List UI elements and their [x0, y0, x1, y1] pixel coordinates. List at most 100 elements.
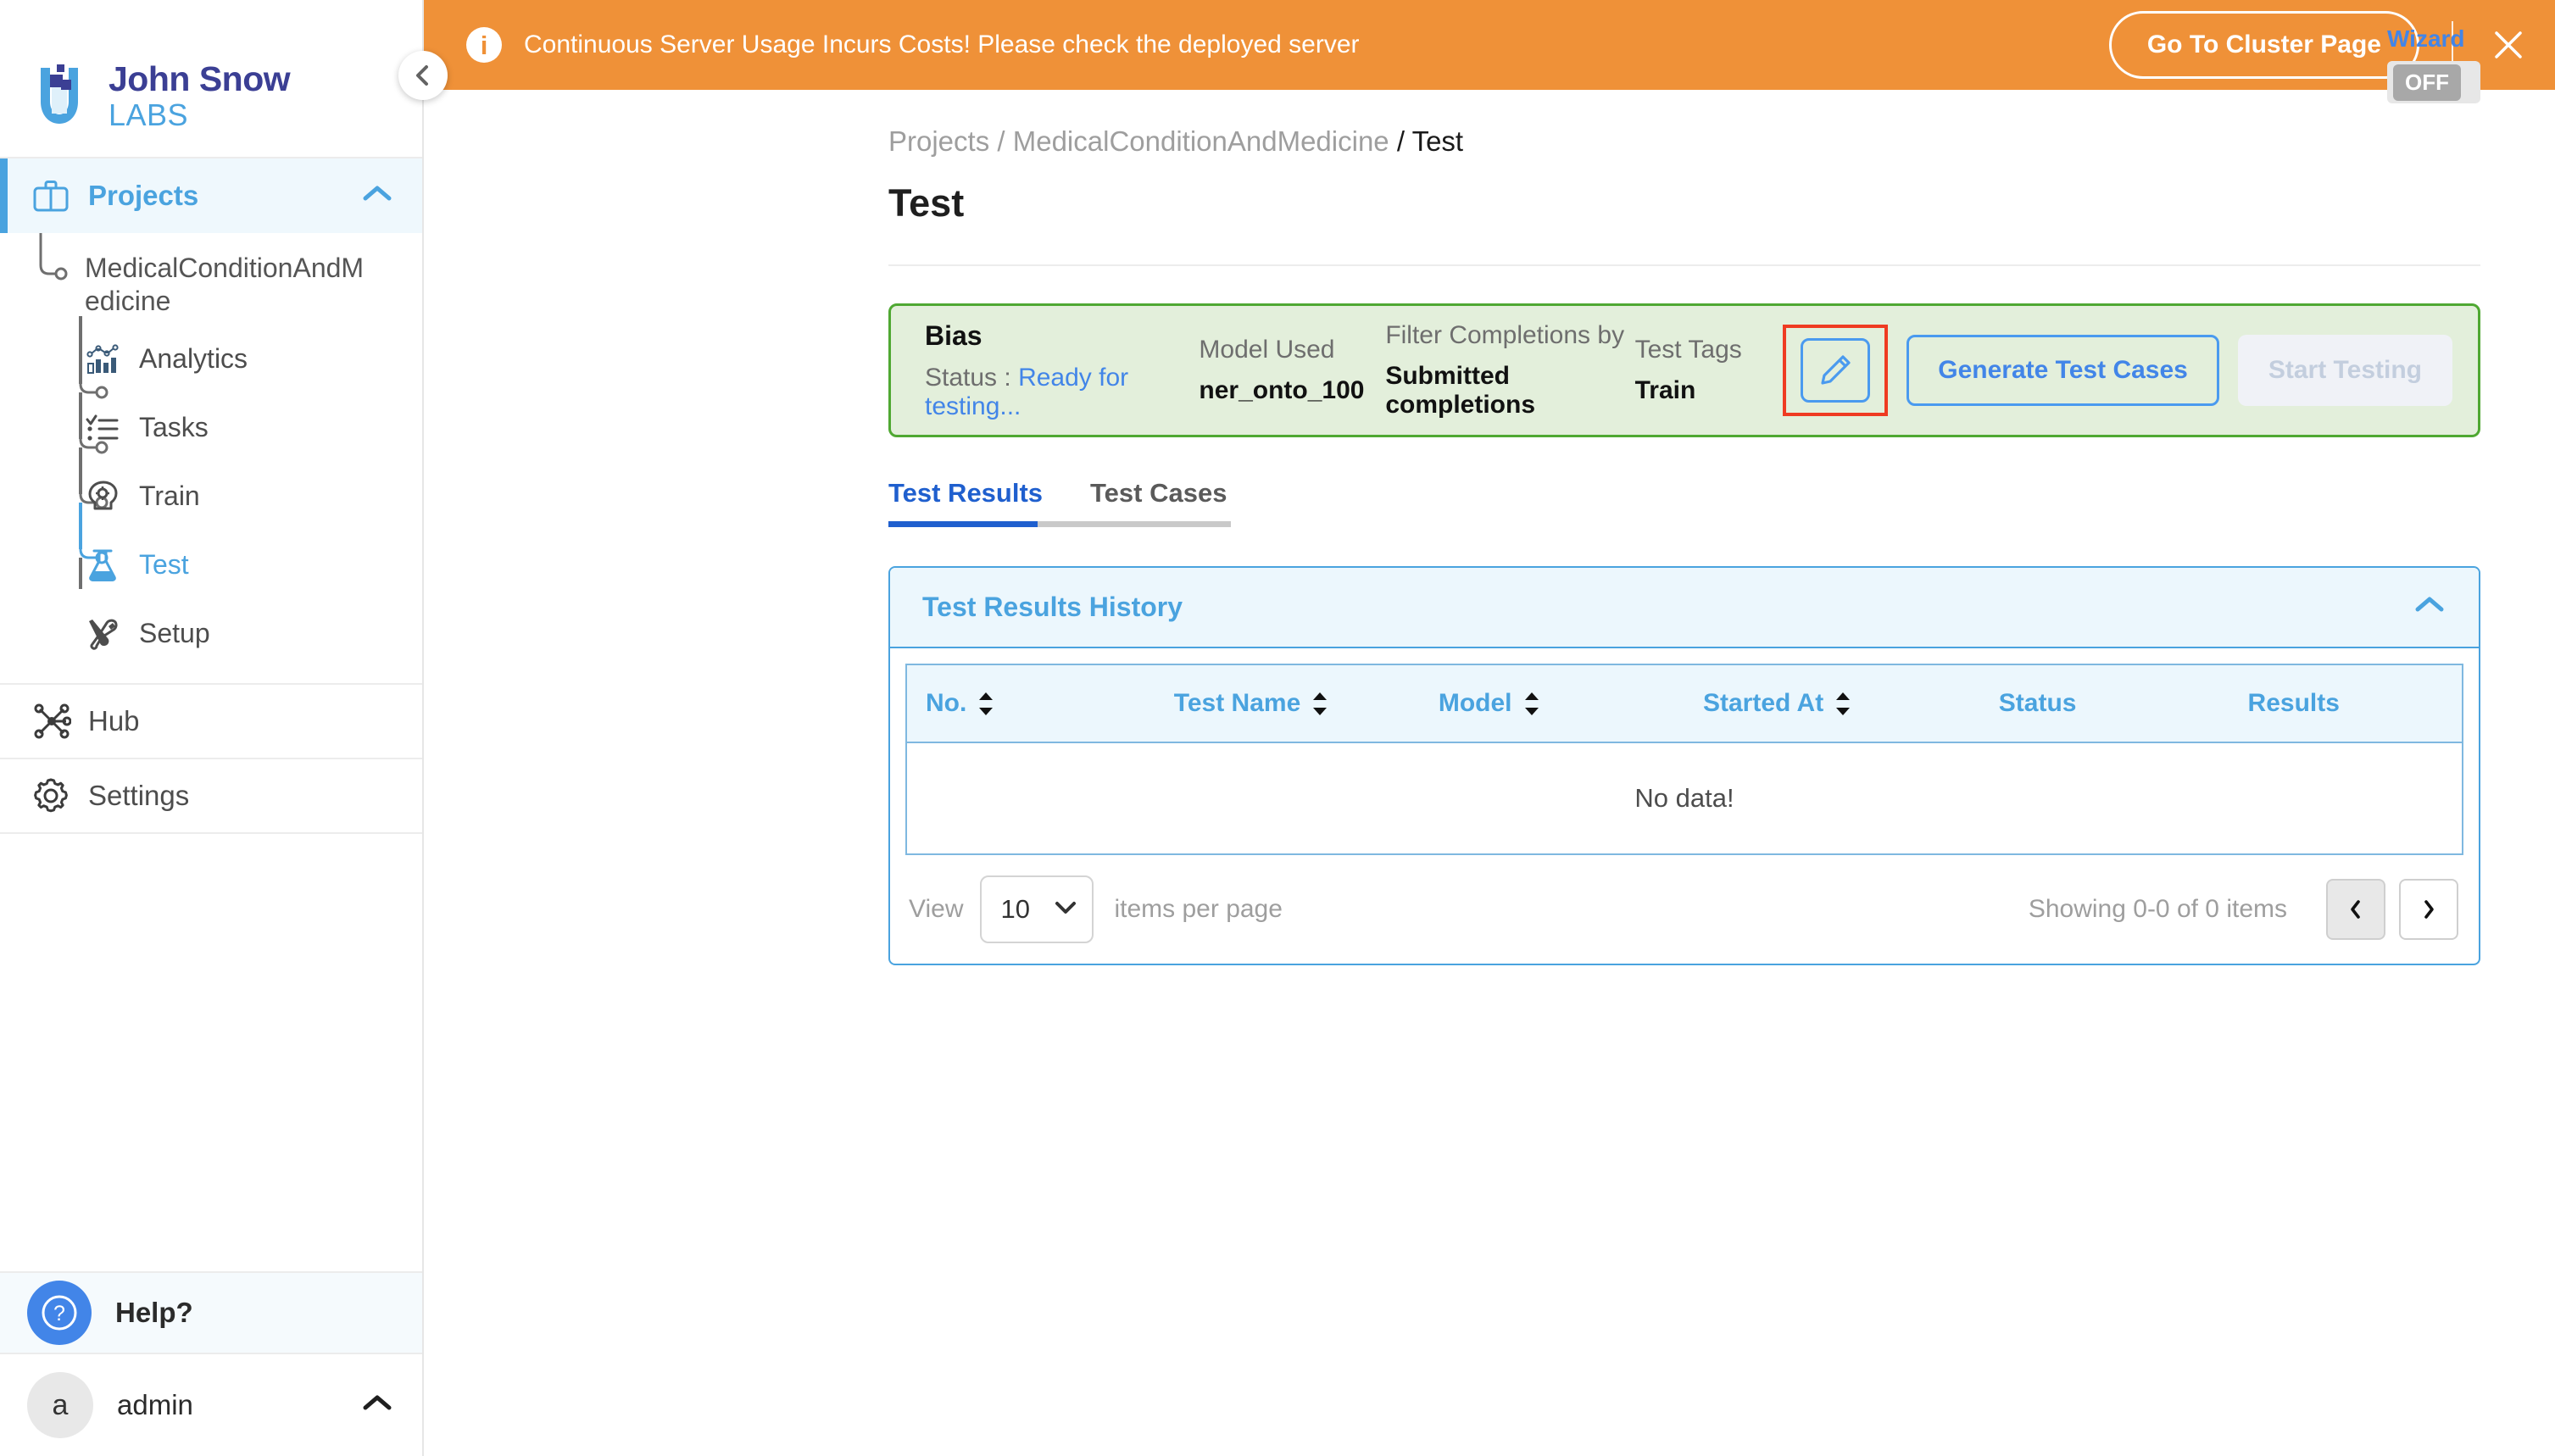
items-per-page-select[interactable]: 10 [980, 875, 1094, 943]
chevron-up-icon [361, 184, 393, 208]
sidebar-item-setup[interactable]: Setup [0, 599, 422, 668]
items-per-page-suffix: items per page [1114, 895, 1283, 923]
filter-completions-block: Filter Completions by Submitted completi… [1385, 321, 1634, 420]
setup-tools-icon [81, 618, 124, 650]
help-label: Help? [115, 1297, 193, 1328]
brand-wordmark: John Snow LABS [109, 62, 291, 132]
edit-test-button[interactable] [1801, 338, 1871, 403]
sidebar-item-train[interactable]: Train [0, 462, 422, 531]
table-header-row: No. Test Name Model Started At Status Re… [906, 664, 2463, 743]
column-header-no-label: No. [926, 689, 967, 717]
tree-project-node[interactable]: MedicalConditionAndMedicine [0, 233, 422, 318]
panel-header[interactable]: Test Results History [890, 568, 2479, 648]
chevron-up-icon[interactable] [2413, 594, 2446, 620]
status-label: Status : [925, 363, 1019, 392]
empty-message: No data! [906, 742, 2463, 855]
sidebar-item-train-label: Train [139, 481, 200, 512]
chevron-right-icon [2424, 900, 2434, 919]
next-page-button[interactable] [2399, 879, 2458, 940]
john-snow-labs-logo-icon [41, 64, 78, 124]
hub-network-icon [32, 703, 75, 740]
breadcrumb-sep-1: / [989, 125, 1013, 157]
test-tags-block: Test Tags Train [1635, 336, 1784, 405]
start-testing-button[interactable]: Start Testing [2237, 335, 2452, 406]
results-table-wrap: No. Test Name Model Started At Status Re… [890, 648, 2479, 855]
filter-completions-label: Filter Completions by [1385, 321, 1625, 349]
column-header-test-name[interactable]: Test Name [1155, 664, 1420, 743]
edit-button-highlight [1783, 325, 1889, 416]
tab-underline-active [888, 521, 1038, 527]
project-tree: MedicalConditionAndMedicine Analytics Ta… [0, 233, 422, 683]
analytics-icon [81, 343, 124, 375]
app-root: John Snow LABS Projects MedicalCondition… [0, 0, 2555, 1456]
breadcrumb-root[interactable]: Projects [888, 125, 989, 157]
breadcrumb-project[interactable]: MedicalConditionAndMedicine [1013, 125, 1389, 157]
test-type-label: Bias [925, 320, 982, 351]
sort-icon [1835, 692, 1851, 715]
panel-title: Test Results History [922, 592, 1183, 622]
column-header-no[interactable]: No. [906, 664, 1155, 743]
tasks-icon [81, 413, 124, 443]
help-button[interactable]: ? Help? [0, 1271, 422, 1354]
user-menu[interactable]: a admin [0, 1354, 422, 1456]
table-head: No. Test Name Model Started At Status Re… [906, 664, 2463, 743]
column-header-results-label: Results [2247, 689, 2340, 717]
banner-message: Continuous Server Usage Incurs Costs! Pl… [524, 31, 1360, 58]
chevron-up-icon [361, 1393, 393, 1418]
test-summary-card: Bias Status : Ready for testing... Model… [888, 303, 2480, 437]
test-tags-label: Test Tags [1634, 336, 1742, 364]
status-block: Status : Ready for testing... [925, 364, 1199, 421]
user-name: admin [117, 1389, 193, 1420]
view-label: View [909, 895, 964, 923]
filter-completions-value: Submitted completions [1385, 362, 1536, 419]
wizard-toggle[interactable]: OFF [2387, 61, 2480, 103]
column-header-model-label: Model [1438, 689, 1512, 717]
sidebar-item-test[interactable]: Test [0, 531, 422, 599]
avatar: a [27, 1372, 93, 1438]
wizard-label: Wizard [2387, 25, 2465, 52]
breadcrumb-sep-2: / [1389, 125, 1412, 157]
table-body: No data! [906, 742, 2463, 855]
sidebar-item-tasks[interactable]: Tasks [0, 393, 422, 462]
sidebar-item-hub[interactable]: Hub [0, 685, 422, 760]
tree-children: Analytics Tasks Train Test Setup [0, 325, 422, 668]
breadcrumb-current: Test [1411, 125, 1464, 157]
server-cost-banner: i Continuous Server Usage Incurs Costs! … [424, 0, 2555, 90]
help-question-icon: ? [27, 1281, 92, 1345]
test-results-table: No. Test Name Model Started At Status Re… [905, 664, 2463, 855]
test-flask-icon [81, 548, 124, 582]
info-icon: i [466, 27, 502, 63]
column-header-started-at[interactable]: Started At [1684, 664, 1980, 743]
breadcrumb: Projects / MedicalConditionAndMedicine /… [888, 90, 2480, 158]
test-results-history-panel: Test Results History No. Test Name Model… [888, 566, 2480, 965]
sidebar-item-settings-label: Settings [88, 780, 190, 812]
column-header-started-at-label: Started At [1702, 689, 1824, 717]
sidebar-item-test-label: Test [139, 549, 189, 581]
sort-icon [978, 692, 994, 715]
go-to-cluster-page-button[interactable]: Go To Cluster Page [2108, 11, 2419, 79]
generate-test-cases-button[interactable]: Generate Test Cases [1907, 335, 2219, 406]
chevron-down-icon [1053, 899, 1078, 920]
model-used-block: Model Used ner_onto_100 [1199, 336, 1385, 405]
sort-icon [1524, 692, 1539, 715]
column-header-model[interactable]: Model [1419, 664, 1684, 743]
tab-test-cases[interactable]: Test Cases [1090, 478, 1227, 527]
close-icon[interactable] [2485, 22, 2531, 68]
sidebar-collapse-button[interactable] [398, 51, 448, 100]
brand-name-bottom: LABS [109, 97, 189, 132]
items-per-page-value: 10 [1000, 894, 1030, 924]
sidebar-item-settings[interactable]: Settings [0, 759, 422, 835]
sidebar-item-projects[interactable]: Projects [0, 158, 422, 233]
brand-logo[interactable]: John Snow LABS [0, 0, 422, 157]
briefcase-icon [32, 179, 75, 213]
projects-nav-section: Projects MedicalConditionAndMedicine Ana… [0, 157, 422, 686]
previous-page-button[interactable] [2326, 879, 2385, 940]
sidebar-item-setup-label: Setup [139, 618, 210, 649]
tab-test-results[interactable]: Test Results [888, 478, 1043, 527]
column-header-status-label: Status [1998, 689, 2077, 717]
sidebar-item-analytics[interactable]: Analytics [0, 325, 422, 393]
sidebar-item-hub-label: Hub [88, 705, 140, 737]
pagination-right: Showing 0-0 of 0 items [2029, 879, 2458, 940]
column-header-status: Status [1979, 664, 2229, 743]
